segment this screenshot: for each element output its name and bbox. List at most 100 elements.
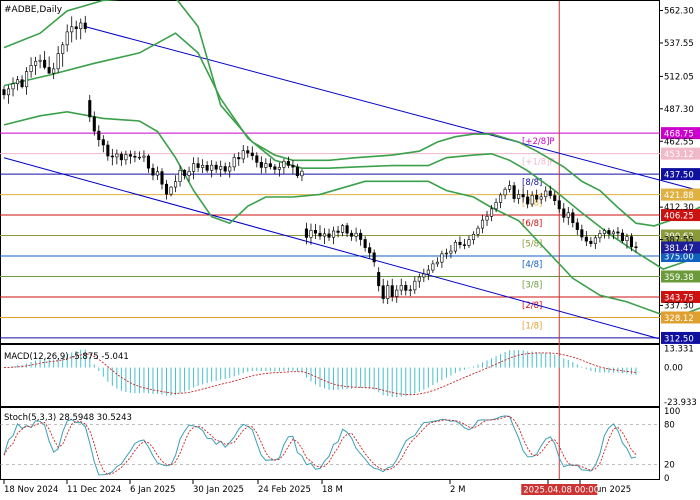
candle-body: [160, 171, 164, 185]
price-tick-label: 512.05: [664, 72, 694, 82]
candle-body: [589, 240, 593, 244]
price-tick-label: 462.55: [664, 137, 694, 147]
price-chart[interactable]: [+2/8]P[+1/8]P[8/8][7/8][6/8][5/8][4/8][…: [0, 0, 700, 500]
candle-body: [300, 170, 304, 177]
price-tick-label: 412.30: [664, 203, 694, 213]
price-tick-label: 537.55: [664, 39, 694, 49]
time-tick-label: 24 Feb 2025: [258, 485, 311, 495]
candle-body: [291, 165, 295, 168]
candle-body: [151, 167, 155, 176]
time-tick-label: 18 M: [322, 485, 343, 495]
chart-background: [0, 0, 700, 500]
candle-body: [61, 44, 65, 54]
stoch-tick-label: 0: [664, 474, 669, 484]
candle-body: [183, 169, 187, 176]
macd-label: MACD(12,26,9) -5.875 -5.041: [4, 352, 129, 362]
candle-body: [70, 26, 74, 33]
candle-body: [363, 239, 367, 248]
candle-body: [521, 194, 525, 198]
candle-body: [341, 225, 345, 233]
candle-body: [187, 171, 191, 176]
candle-body: [508, 185, 512, 190]
candle-body: [322, 233, 327, 237]
candle-body: [634, 246, 638, 248]
candle-body: [83, 22, 87, 29]
murrey-price-flag-text: 312.50: [664, 334, 694, 344]
candle-body: [408, 289, 412, 291]
candle-body: [318, 232, 322, 237]
candle-body: [25, 71, 29, 88]
candle-body: [228, 166, 232, 172]
candle-body: [485, 216, 489, 221]
candle-body: [553, 195, 557, 202]
candle-body: [169, 186, 173, 195]
candle-body: [458, 241, 462, 246]
candle-body: [336, 230, 340, 233]
murrey-price-flag-text: 421.88: [664, 191, 694, 201]
murrey-price-flag-text: 453.12: [664, 150, 694, 160]
price-tick-label: 337.30: [664, 301, 694, 311]
candle-body: [435, 261, 439, 265]
candle-body: [52, 68, 56, 74]
candle-body: [562, 208, 566, 218]
candle-body: [593, 237, 597, 244]
murrey-price-flag-text: 375.00: [664, 253, 694, 263]
murrey-price-flag-text: 359.38: [664, 273, 694, 283]
candle-body: [350, 232, 354, 237]
candle-body: [629, 236, 634, 248]
candle-body: [196, 163, 200, 168]
candle-body: [259, 162, 263, 168]
candle-body: [155, 171, 160, 176]
candle-body: [128, 154, 132, 157]
candle-body: [440, 253, 444, 263]
candle-body: [164, 183, 169, 195]
candle-body: [526, 196, 530, 205]
candle-body: [566, 212, 570, 218]
time-tick-label: 11 Dec 2024: [67, 485, 121, 495]
time-tick-label: 18 Nov 2024: [4, 485, 58, 495]
candle-body: [101, 139, 105, 146]
candle-body: [471, 233, 476, 240]
candle-body: [544, 190, 548, 198]
candle-body: [20, 79, 24, 88]
stoch-tick-label: 80: [664, 420, 675, 430]
candle-body: [494, 202, 498, 210]
candle-body: [467, 239, 471, 246]
candle-body: [417, 276, 421, 282]
candle-body: [268, 163, 272, 168]
candle-body: [137, 156, 141, 159]
candle-body: [79, 22, 83, 30]
candle-body: [557, 200, 561, 210]
candle-body: [390, 285, 394, 297]
candle-body: [232, 157, 236, 168]
candle-body: [539, 196, 543, 200]
candle-body: [110, 155, 114, 158]
candle-body: [327, 233, 331, 238]
candle-body: [223, 166, 227, 172]
current-price-flag-text: 381.47: [664, 244, 694, 254]
candle-body: [56, 53, 60, 70]
candle-body: [444, 252, 448, 255]
candle-body: [517, 194, 521, 199]
candle-body: [584, 236, 588, 242]
candle-body: [210, 164, 214, 171]
candle-body: [580, 229, 584, 238]
candle-body: [422, 273, 426, 278]
candle-body: [625, 236, 629, 241]
candle-body: [255, 155, 259, 163]
candle-body: [354, 232, 358, 237]
candle-body: [2, 89, 6, 96]
murrey-level-label: [1/8]: [522, 321, 542, 331]
candle-body: [282, 160, 286, 168]
candle-body: [88, 100, 92, 118]
candle-body: [133, 155, 137, 158]
candle-body: [399, 285, 403, 291]
candle-body: [548, 190, 552, 196]
candle-body: [29, 65, 33, 72]
candle-body: [43, 59, 47, 68]
candle-body: [431, 263, 435, 271]
candle-body: [264, 163, 268, 168]
candle-body: [449, 250, 453, 254]
candle-body: [119, 153, 123, 161]
candle-body: [535, 195, 539, 200]
